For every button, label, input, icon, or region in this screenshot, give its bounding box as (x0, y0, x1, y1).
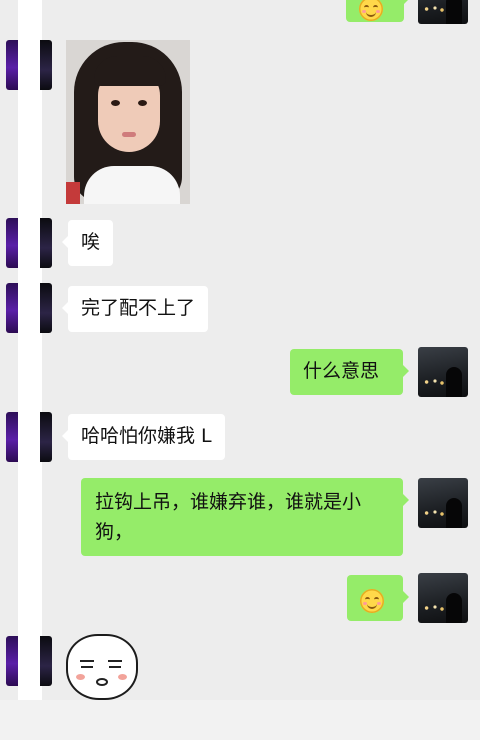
avatar-left[interactable] (6, 40, 52, 90)
avatar-left[interactable] (6, 636, 52, 686)
sticker-message[interactable] (66, 634, 138, 702)
message-text: 完了配不上了 (81, 297, 196, 319)
message-bubble-left[interactable]: 唉 (61, 220, 114, 266)
avatar-right[interactable] (418, 347, 468, 397)
message-text: 什么意思 (303, 360, 380, 382)
avatar-right[interactable] (418, 478, 468, 528)
smiley-icon (360, 588, 384, 613)
avatar-left[interactable] (6, 283, 52, 333)
photo-message[interactable] (66, 40, 190, 204)
message-bubble-emoji[interactable] (347, 575, 409, 621)
message-bubble-right[interactable]: 什么意思 (290, 349, 409, 395)
message-bubble-left[interactable]: 哈哈怕你嫌我 L (62, 414, 225, 460)
message-text: 哈哈怕你嫌我 L (81, 425, 212, 447)
avatar-right[interactable] (418, 0, 468, 24)
smiley-icon (359, 0, 383, 21)
message-text: 拉钩上吊，谁嫌弃谁，谁就是小狗， (95, 491, 362, 543)
bottom-bar (0, 700, 480, 740)
avatar-right[interactable] (418, 573, 468, 623)
message-bubble-left[interactable]: 完了配不上了 (61, 286, 209, 332)
message-text: 唉 (81, 231, 101, 253)
avatar-left[interactable] (6, 412, 52, 462)
avatar-left[interactable] (6, 218, 52, 268)
left-edge-strip (18, 0, 42, 700)
message-bubble-right[interactable]: 拉钩上吊，谁嫌弃谁，谁就是小狗， (81, 478, 409, 556)
message-bubble-top-emoji[interactable] (346, 0, 410, 22)
